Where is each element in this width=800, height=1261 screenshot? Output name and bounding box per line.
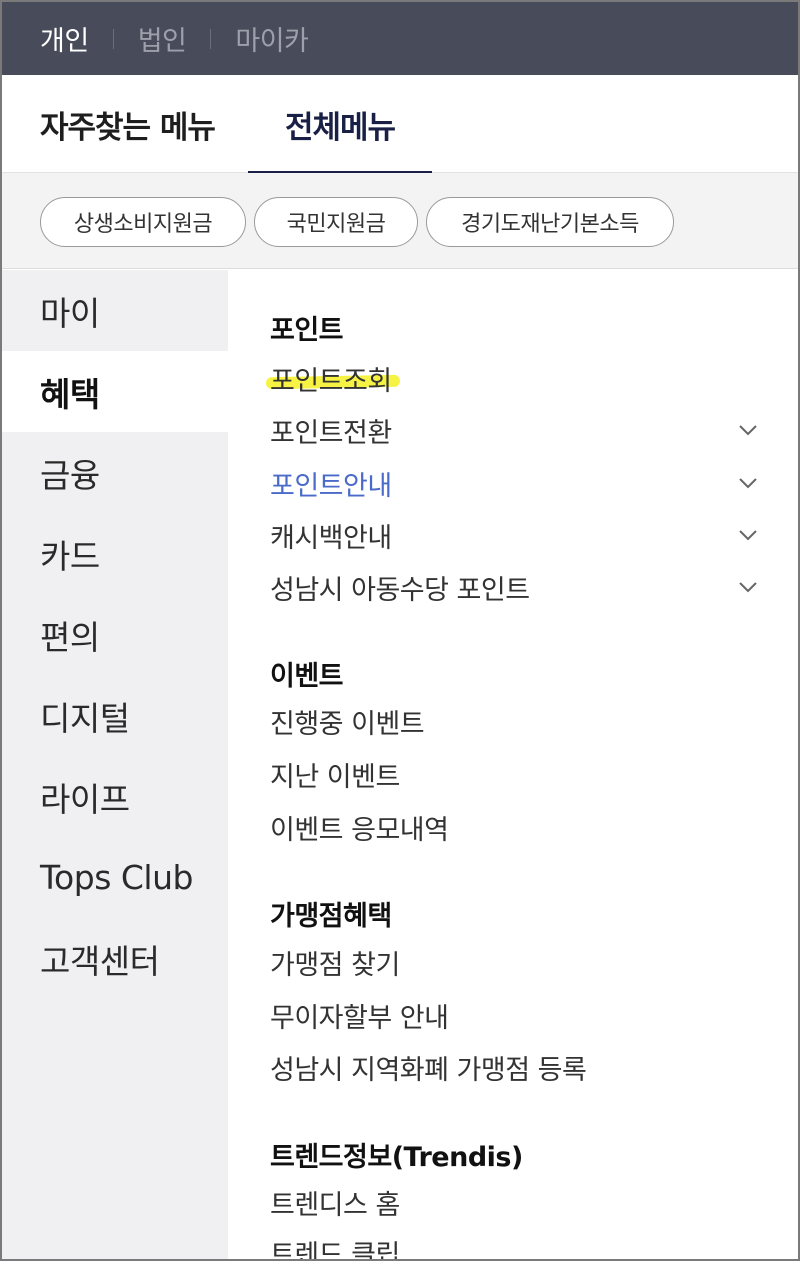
sidebar-item-tops-club[interactable]: Tops Club bbox=[2, 837, 228, 918]
divider bbox=[112, 28, 114, 49]
chevron-down-icon[interactable] bbox=[736, 575, 760, 599]
menu-item-interest-free-installment[interactable]: 무이자할부 안내 bbox=[270, 995, 760, 1035]
menu-item-label: 포인트전환 bbox=[270, 417, 392, 449]
menu-item-label: 트렌드 클립 bbox=[270, 1239, 400, 1261]
menu-item-ongoing-events[interactable]: 진행중 이벤트 bbox=[270, 701, 760, 741]
menu-item-label: 지난 이벤트 bbox=[270, 761, 400, 793]
sidebar-item-convenience[interactable]: 편의 bbox=[2, 594, 228, 675]
chevron-down-icon[interactable] bbox=[736, 471, 760, 495]
section-title-point: 포인트 bbox=[270, 315, 344, 346]
menu-item-label: 성남시 지역화폐 가맹점 등록 bbox=[270, 1054, 587, 1086]
chip-consumption-support[interactable]: 상생소비지원금 bbox=[40, 197, 246, 247]
sidebar-item-customer-center[interactable]: 고객센터 bbox=[2, 918, 228, 999]
menu-item-point-conversion[interactable]: 포인트전환 bbox=[270, 410, 760, 450]
sidebar-item-my[interactable]: 마이 bbox=[2, 270, 228, 351]
sidebar-item-digital[interactable]: 디지털 bbox=[2, 675, 228, 756]
menu-item-point-inquiry[interactable]: 포인트조회 bbox=[265, 358, 760, 398]
section-title-trends: 트렌드정보(Trendis) bbox=[270, 1142, 523, 1173]
quick-chips: 상생소비지원금 국민지원금 경기도재난기본소득 bbox=[2, 173, 798, 269]
menu-item-label: 가맹점 찾기 bbox=[270, 949, 400, 981]
chip-gyeonggi-basic-income[interactable]: 경기도재난기본소득 bbox=[426, 197, 674, 247]
sidebar-item-life[interactable]: 라이프 bbox=[2, 756, 228, 837]
chip-national-support[interactable]: 국민지원금 bbox=[254, 197, 418, 247]
chevron-down-icon[interactable] bbox=[736, 523, 760, 547]
category-sidebar: 마이 혜택 금융 카드 편의 디지털 라이프 Tops Club 고객센터 bbox=[2, 270, 228, 1259]
tab-label: 자주찾는 메뉴 bbox=[40, 109, 216, 146]
menu-item-cashback-guide[interactable]: 캐시백안내 bbox=[270, 515, 760, 555]
menu-item-label: 성남시 아동수당 포인트 bbox=[270, 574, 530, 606]
account-type-corporate[interactable]: 법인 bbox=[138, 19, 187, 58]
chevron-down-icon[interactable] bbox=[736, 418, 760, 442]
sidebar-item-finance[interactable]: 금융 bbox=[2, 432, 228, 513]
menu-item-find-merchant[interactable]: 가맹점 찾기 bbox=[270, 942, 760, 982]
menu-item-label: 포인트안내 bbox=[270, 470, 392, 502]
tab-all-menu[interactable]: 전체메뉴 bbox=[248, 75, 432, 174]
menu-item-trend-clip[interactable]: 트렌드 클립 bbox=[270, 1232, 760, 1261]
account-type-mycar[interactable]: 마이카 bbox=[235, 19, 309, 58]
account-type-personal[interactable]: 개인 bbox=[40, 19, 89, 58]
menu-item-label: 포인트조회 bbox=[270, 365, 392, 397]
sidebar-item-card[interactable]: 카드 bbox=[2, 513, 228, 594]
section-title-merchant: 가맹점혜택 bbox=[270, 901, 392, 932]
menu-item-seongnam-merchant-register[interactable]: 성남시 지역화폐 가맹점 등록 bbox=[270, 1047, 760, 1087]
menu-item-label: 진행중 이벤트 bbox=[270, 708, 425, 740]
section-title-event: 이벤트 bbox=[270, 661, 344, 692]
sidebar-item-benefits[interactable]: 혜택 bbox=[2, 351, 228, 432]
menu-item-seongnam-child-point[interactable]: 성남시 아동수당 포인트 bbox=[270, 567, 760, 607]
tab-label: 전체메뉴 bbox=[284, 109, 396, 146]
menu-item-trendis-home[interactable]: 트렌디스 홈 bbox=[270, 1182, 760, 1222]
menu-item-point-guide[interactable]: 포인트안내 bbox=[270, 463, 760, 503]
tab-favorites[interactable]: 자주찾는 메뉴 bbox=[40, 75, 216, 173]
submenu-panel: 포인트 포인트조회 포인트전환 포인트안내 캐시백안내 성남시 아동수당 포인트 bbox=[228, 270, 798, 1261]
account-type-bar: 개인 법인 마이카 bbox=[2, 2, 798, 75]
divider bbox=[210, 28, 212, 49]
menu-item-label: 이벤트 응모내역 bbox=[270, 814, 449, 846]
menu-item-past-events[interactable]: 지난 이벤트 bbox=[270, 754, 760, 794]
menu-item-label: 무이자할부 안내 bbox=[270, 1002, 449, 1034]
menu-item-label: 캐시백안내 bbox=[270, 522, 392, 554]
menu-item-label: 트렌디스 홈 bbox=[270, 1189, 400, 1221]
menu-item-event-entries[interactable]: 이벤트 응모내역 bbox=[270, 807, 760, 847]
menu-tabs: 자주찾는 메뉴 전체메뉴 bbox=[2, 75, 798, 174]
app-frame: 개인 법인 마이카 자주찾는 메뉴 전체메뉴 상생소비지원금 국민지원금 경기도… bbox=[0, 0, 800, 1261]
